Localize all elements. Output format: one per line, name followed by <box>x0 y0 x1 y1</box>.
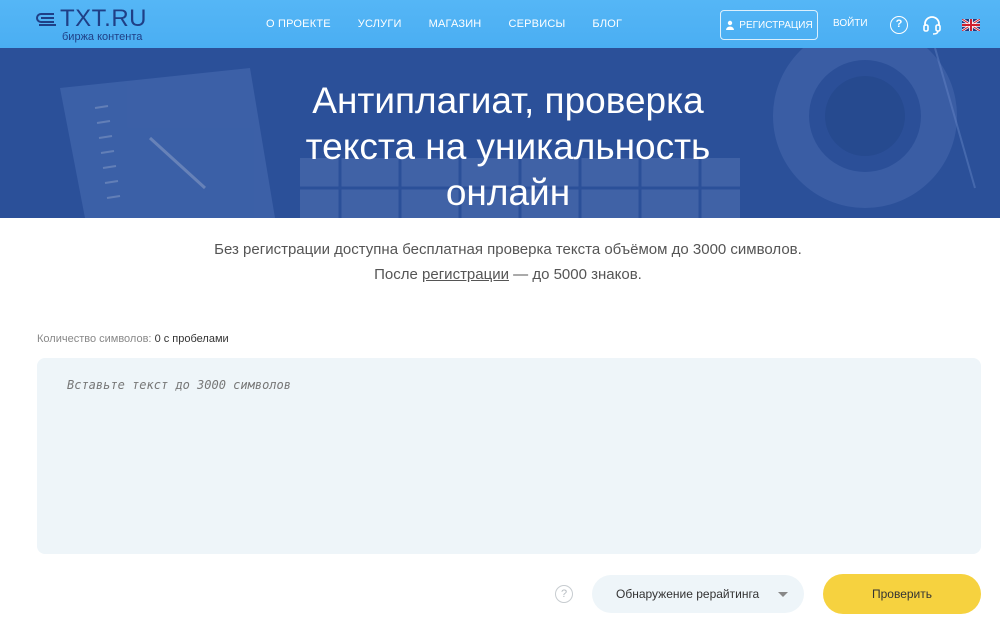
logo-mark-icon <box>36 13 56 26</box>
check-mode-value: Обнаружение рерайтинга <box>616 587 760 601</box>
intro-line-2-prefix: После <box>374 266 423 283</box>
uk-flag-icon[interactable] <box>962 19 980 31</box>
headset-icon[interactable] <box>922 15 942 35</box>
user-icon <box>726 20 735 30</box>
check-mode-select[interactable]: Обнаружение рерайтинга <box>592 575 804 613</box>
char-counter-label: Количество символов: <box>37 333 152 345</box>
intro-line-2: После регистрации — до 5000 знаков. <box>0 262 1000 287</box>
check-button[interactable]: Проверить <box>823 574 981 614</box>
login-link[interactable]: ВОЙТИ <box>833 18 868 29</box>
nav-services[interactable]: УСЛУГИ <box>358 18 402 30</box>
text-input[interactable] <box>37 358 981 554</box>
intro-text: Без регистрации доступна бесплатная пров… <box>0 237 1000 287</box>
main-nav: О ПРОЕКТЕ УСЛУГИ МАГАЗИН СЕРВИСЫ БЛОГ <box>266 0 649 48</box>
char-counter-value: 0 с пробелами <box>154 333 229 345</box>
register-button[interactable]: РЕГИСТРАЦИЯ <box>720 10 818 40</box>
intro-line-2-suffix: — до 5000 знаков. <box>508 266 642 283</box>
logo-subtitle: биржа контента <box>62 31 143 43</box>
intro-line-1: Без регистрации доступна бесплатная пров… <box>214 241 802 258</box>
top-header: TXT.RU биржа контента О ПРОЕКТЕ УСЛУГИ М… <box>0 0 1000 48</box>
nav-about[interactable]: О ПРОЕКТЕ <box>266 18 331 30</box>
nav-blog[interactable]: БЛОГ <box>592 18 622 30</box>
title-line-2: текста на уникальность <box>305 126 711 167</box>
mode-help-icon[interactable]: ? <box>555 585 573 603</box>
nav-shop[interactable]: МАГАЗИН <box>429 18 482 30</box>
page-title: Антиплагиат, проверка текста на уникальн… <box>220 78 796 216</box>
title-line-3: онлайн <box>445 172 571 213</box>
char-counter: Количество символов: 0 с пробелами <box>37 333 229 345</box>
title-line-1: Антиплагиат, проверка <box>312 80 704 121</box>
chevron-down-icon <box>778 592 788 597</box>
nav-tools[interactable]: СЕРВИСЫ <box>508 18 565 30</box>
register-label: РЕГИСТРАЦИЯ <box>739 19 813 31</box>
help-icon[interactable]: ? <box>890 16 908 34</box>
hero-banner: Антиплагиат, проверка текста на уникальн… <box>0 48 1000 218</box>
register-link[interactable]: регистрации <box>422 266 509 283</box>
logo-text: TXT.RU <box>60 5 147 32</box>
